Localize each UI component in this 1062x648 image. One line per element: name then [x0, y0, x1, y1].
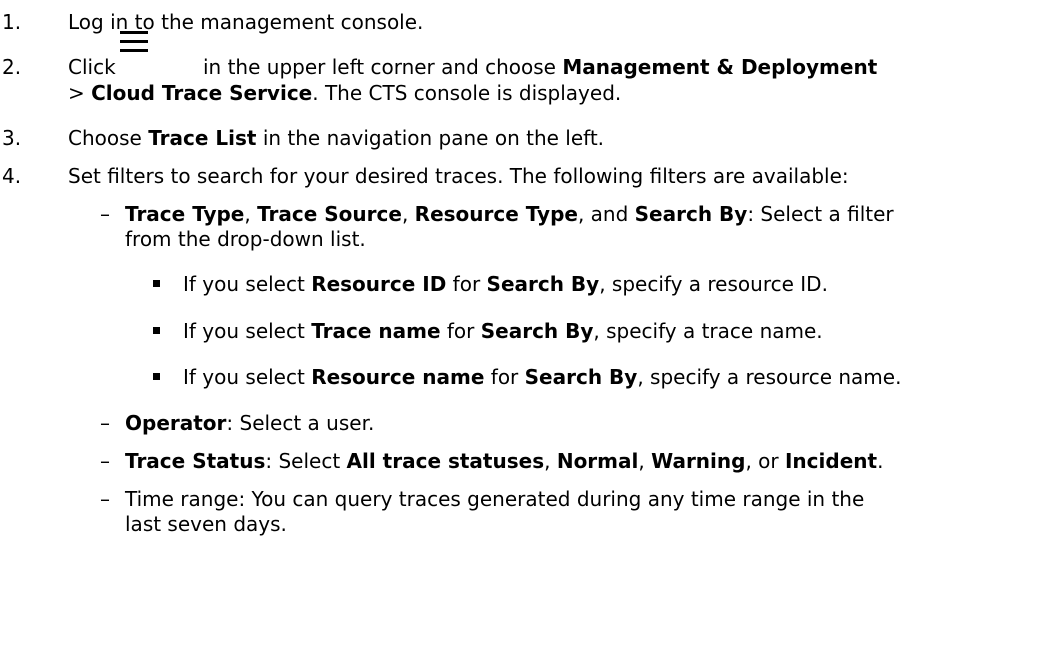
text: If you select	[183, 319, 312, 343]
separator: , and	[577, 202, 635, 226]
resource-type-label: Resource Type	[414, 202, 578, 226]
step-text-line: Choose Trace List in the navigation pane…	[68, 126, 604, 150]
step-text-line: in the upper left corner and choose Mana…	[203, 55, 877, 79]
text: : Select	[265, 449, 347, 473]
text: , specify a trace name.	[593, 319, 823, 343]
menu-path-2: Cloud Trace Service	[91, 81, 313, 105]
trace-list-label: Trace List	[148, 126, 257, 150]
text: for	[440, 319, 481, 343]
menu-separator: >	[68, 81, 85, 105]
trace-type-label: Trace Type	[125, 202, 245, 226]
square-bullet-icon	[153, 327, 160, 334]
step-text-post: in the upper left corner and choose	[203, 55, 556, 79]
filter-description-cont: last seven days.	[125, 512, 287, 536]
search-by-label: Search By	[486, 272, 600, 296]
step-number: 2.	[2, 55, 22, 79]
list-item: If you select Resource name for Search B…	[183, 365, 901, 389]
menu-path-1: Management & Deployment	[562, 55, 878, 79]
text: for	[446, 272, 487, 296]
step-text-pre: Choose	[68, 126, 142, 150]
square-bullet-icon	[153, 373, 160, 380]
option-label: All trace statuses	[346, 449, 545, 473]
list-item: If you select Resource ID for Search By,…	[183, 272, 828, 296]
filter-description: : Select a filter	[747, 202, 894, 226]
search-by-label: Search By	[634, 202, 748, 226]
option-label: Trace name	[311, 319, 441, 343]
filter-text: Trace Status: Select All trace statuses,…	[125, 449, 883, 473]
square-bullet-icon	[153, 280, 160, 287]
step-number: 1.	[2, 10, 22, 34]
filter-text: Trace Type, Trace Source, Resource Type,…	[125, 202, 894, 226]
dash-bullet: –	[100, 449, 110, 473]
option-label: Warning	[651, 449, 746, 473]
operator-label: Operator	[125, 411, 227, 435]
filter-description-cont: from the drop-down list.	[125, 227, 366, 251]
dash-bullet: –	[100, 202, 110, 226]
text: , specify a resource name.	[637, 365, 902, 389]
filter-description: Time range: You can query traces generat…	[125, 487, 865, 511]
step-number: 4.	[2, 164, 22, 188]
text: for	[484, 365, 525, 389]
dash-bullet: –	[100, 411, 110, 435]
list-item: If you select Trace name for Search By, …	[183, 319, 823, 343]
filter-description: : Select a user.	[226, 411, 375, 435]
step-text-pre: Click	[68, 55, 116, 79]
trace-source-label: Trace Source	[257, 202, 402, 226]
text: , specify a resource ID.	[599, 272, 828, 296]
option-label: Normal	[556, 449, 639, 473]
step-text: Set filters to search for your desired t…	[68, 164, 849, 188]
hamburger-menu-icon	[120, 31, 148, 53]
option-label: Resource name	[311, 365, 485, 389]
step-2-line-2: > Cloud Trace Service. The CTS console i…	[68, 81, 621, 105]
separator: , or	[745, 449, 785, 473]
filter-text: Operator: Select a user.	[125, 411, 374, 435]
separator: ,	[544, 449, 557, 473]
text: If you select	[183, 272, 312, 296]
text: If you select	[183, 365, 312, 389]
search-by-label: Search By	[524, 365, 638, 389]
option-label: Incident	[784, 449, 878, 473]
separator: ,	[638, 449, 652, 473]
separator: ,	[244, 202, 258, 226]
separator: ,	[401, 202, 415, 226]
option-label: Resource ID	[311, 272, 447, 296]
separator: .	[877, 449, 884, 473]
step-number: 3.	[2, 126, 22, 150]
dash-bullet: –	[100, 487, 110, 511]
step-text-tail: in the navigation pane on the left.	[256, 126, 605, 150]
trace-status-label: Trace Status	[125, 449, 266, 473]
step-text-tail: . The CTS console is displayed.	[312, 81, 622, 105]
search-by-label: Search By	[480, 319, 594, 343]
